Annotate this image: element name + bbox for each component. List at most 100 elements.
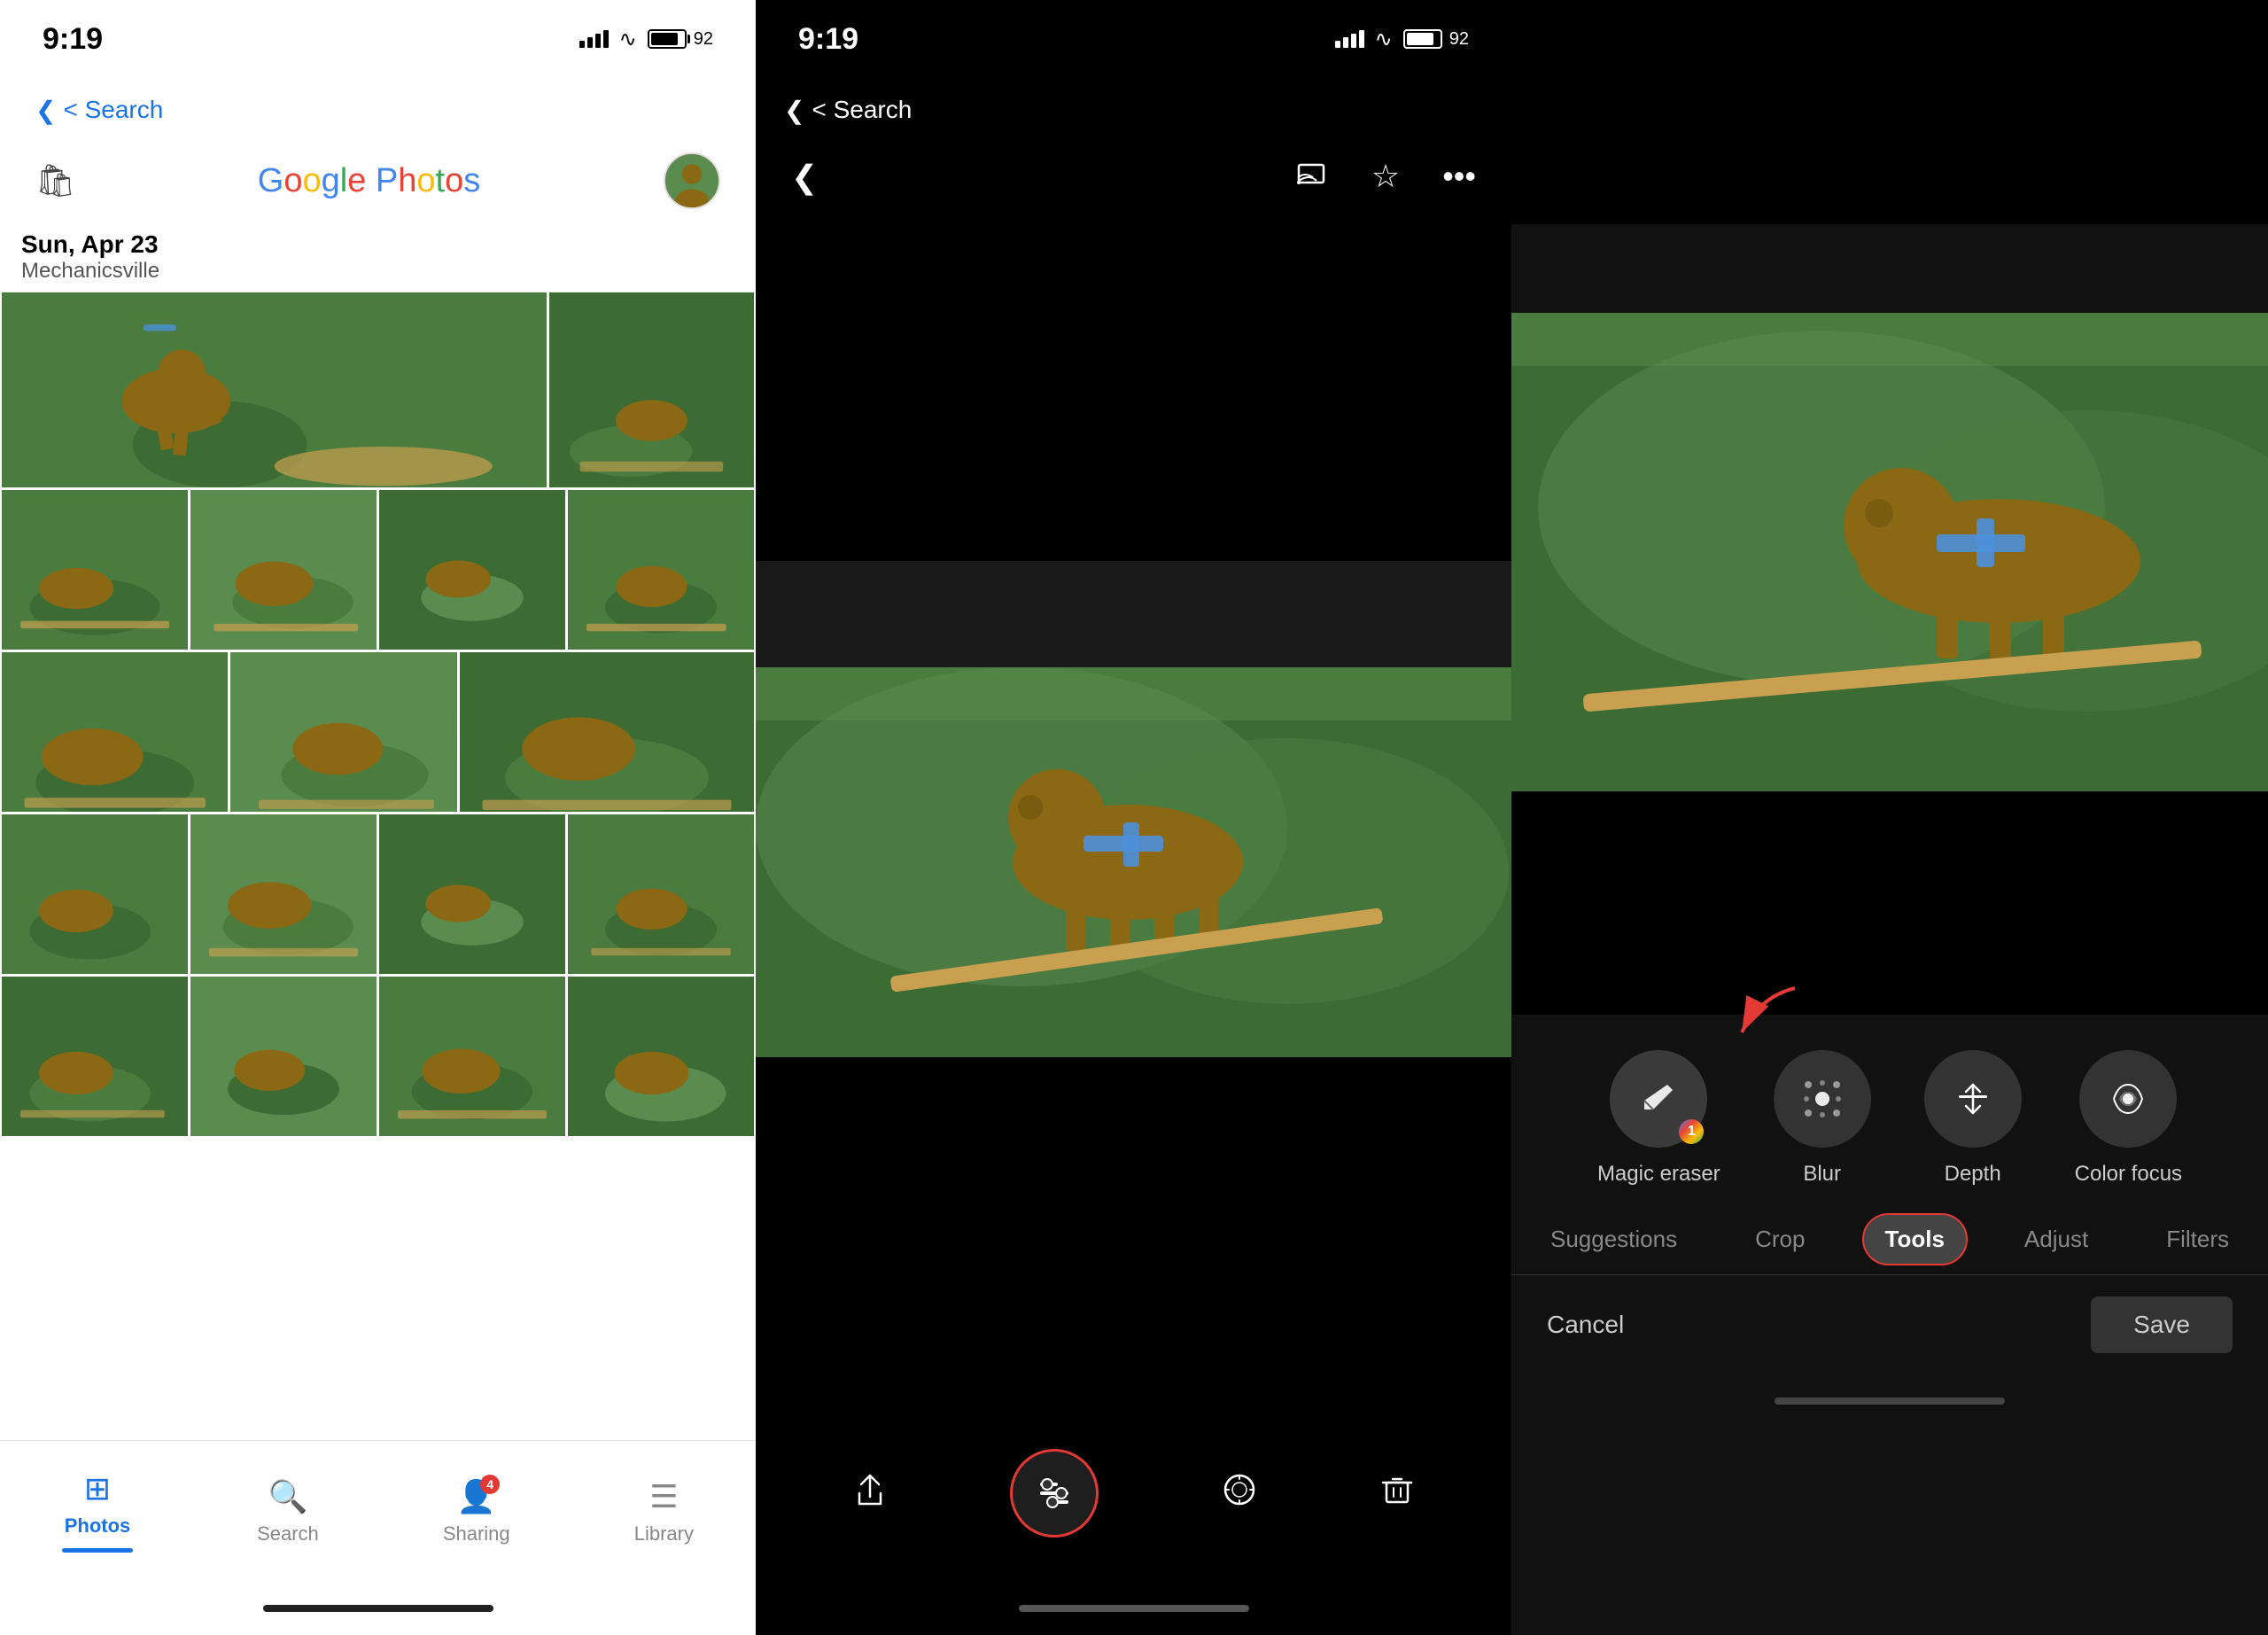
viewer-battery: 92 xyxy=(1403,29,1469,50)
tools-row: 1 Magic eraser xyxy=(1511,1015,2268,1204)
battery-indicator: 92 xyxy=(648,29,713,50)
viewer-home-indicator xyxy=(756,1582,1511,1635)
grid-row-5 xyxy=(2,977,754,1136)
tab-suggestions[interactable]: Suggestions xyxy=(1529,1215,1698,1264)
cancel-button[interactable]: Cancel xyxy=(1547,1311,1624,1339)
back-button[interactable]: ❮ xyxy=(791,159,818,196)
viewer-status-time: 9:19 xyxy=(798,22,858,57)
wifi-icon: ∿ xyxy=(619,27,637,52)
list-item[interactable] xyxy=(2,292,547,487)
nav-label-sharing: Sharing xyxy=(443,1522,510,1545)
magic-eraser-tool[interactable]: 1 Magic eraser xyxy=(1597,1050,1720,1187)
gallery-header: 🛍 Google Photos xyxy=(0,142,756,220)
more-options-icon[interactable]: ••• xyxy=(1442,158,1476,198)
photo-edit-area xyxy=(1511,0,2268,1015)
list-item[interactable] xyxy=(2,814,188,974)
list-item[interactable] xyxy=(2,652,228,812)
status-icons: ∿ 92 xyxy=(579,27,713,52)
status-bar-light: 9:19 ∿ 92 xyxy=(0,0,756,78)
viewer-wifi-icon: ∿ xyxy=(1375,27,1393,52)
tab-adjust[interactable]: Adjust xyxy=(2003,1215,2109,1264)
nav-item-search[interactable]: 🔍 Search xyxy=(257,1478,319,1545)
google-photos-logo: Google Photos xyxy=(89,162,649,200)
edit-tools-panel: 1 Magic eraser xyxy=(1511,1015,2268,1635)
location-text: Mechanicsville xyxy=(21,259,734,284)
panel-viewer: 9:19 ∿ 92 ❮ < Search ❮ xyxy=(756,0,1511,1635)
edit-action-row: Cancel Save xyxy=(1511,1275,2268,1374)
edit-button[interactable] xyxy=(1010,1449,1099,1538)
viewer-status-bar: 9:19 ∿ 92 xyxy=(756,0,1511,78)
edit-tab-row: Suggestions Crop Tools Adjust Filters xyxy=(1511,1204,2268,1275)
back-search-link[interactable]: ❮ < Search xyxy=(35,96,163,125)
viewer-battery-label: 92 xyxy=(1449,29,1469,50)
avatar-button[interactable] xyxy=(649,152,720,209)
list-item[interactable] xyxy=(379,977,565,1136)
battery-label: 92 xyxy=(694,29,713,50)
sharing-badge: 4 xyxy=(480,1475,500,1494)
depth-label: Depth xyxy=(1945,1162,2001,1187)
blur-tool[interactable]: Blur xyxy=(1774,1050,1871,1187)
magic-eraser-badge: 1 xyxy=(1679,1119,1704,1144)
back-arrow-icon: ❮ xyxy=(35,96,56,125)
viewer-back-icon: ❮ xyxy=(784,96,804,125)
home-indicator xyxy=(0,1582,756,1635)
panel-edit: 1 Magic eraser xyxy=(1511,0,2268,1635)
viewer-bottom-bar xyxy=(756,1405,1511,1582)
viewer-action-icons: ☆ ••• xyxy=(1297,158,1476,198)
edit-home-indicator xyxy=(1511,1374,2268,1428)
list-item[interactable] xyxy=(549,292,754,487)
star-icon[interactable]: ☆ xyxy=(1371,158,1400,198)
nav-item-sharing[interactable]: 👤 4 Sharing xyxy=(443,1478,510,1545)
date-section: Sun, Apr 23 Mechanicsville xyxy=(0,220,756,291)
nav-item-photos[interactable]: ⊞ Photos xyxy=(62,1470,133,1553)
list-item[interactable] xyxy=(568,490,754,650)
status-time: 9:19 xyxy=(43,22,103,57)
search-nav-icon: 🔍 xyxy=(268,1478,308,1515)
tab-tools[interactable]: Tools xyxy=(1862,1213,1968,1265)
list-item[interactable] xyxy=(190,814,377,974)
list-item[interactable] xyxy=(2,977,188,1136)
list-item[interactable] xyxy=(190,977,377,1136)
photos-icon: ⊞ xyxy=(84,1470,111,1507)
list-item[interactable] xyxy=(190,490,377,650)
nav-label-search: Search xyxy=(257,1522,319,1545)
cart-icon: 🛍 xyxy=(35,162,76,199)
grid-row-1 xyxy=(2,292,754,487)
viewer-toolbar: ❮ ☆ ••• xyxy=(756,142,1511,213)
nav-label-library: Library xyxy=(634,1522,694,1545)
grid-row-2 xyxy=(2,490,754,650)
delete-icon[interactable] xyxy=(1379,1472,1415,1515)
color-focus-tool[interactable]: Color focus xyxy=(2075,1050,2182,1187)
list-item[interactable] xyxy=(460,652,754,812)
viewer-back-nav[interactable]: ❮ < Search xyxy=(756,78,1511,142)
cast-icon[interactable] xyxy=(1297,158,1329,198)
depth-tool[interactable]: Depth xyxy=(1924,1050,2022,1187)
panel-gallery: 9:19 ∿ 92 ❮ < Search 🛍 G xyxy=(0,0,756,1635)
nav-item-library[interactable]: ☰ Library xyxy=(634,1478,694,1545)
lens-icon[interactable] xyxy=(1222,1472,1257,1515)
list-item[interactable] xyxy=(568,814,754,974)
list-item[interactable] xyxy=(379,490,565,650)
gallery-back-nav[interactable]: ❮ < Search xyxy=(0,78,756,142)
nav-label-photos: Photos xyxy=(65,1514,131,1538)
list-item[interactable] xyxy=(568,977,754,1136)
photo-grid xyxy=(0,291,756,1440)
magic-eraser-label: Magic eraser xyxy=(1597,1162,1720,1187)
list-item[interactable] xyxy=(379,814,565,974)
user-avatar xyxy=(664,152,720,209)
main-photo-area[interactable] xyxy=(756,213,1511,1405)
share-icon[interactable] xyxy=(852,1472,888,1515)
signal-bars-icon xyxy=(579,30,609,48)
blur-label: Blur xyxy=(1803,1162,1841,1187)
tab-filters[interactable]: Filters xyxy=(2145,1215,2250,1264)
viewer-back-label: < Search xyxy=(812,96,912,124)
viewer-status-icons: ∿ 92 xyxy=(1335,27,1469,52)
cart-button[interactable]: 🛍 xyxy=(35,162,89,199)
library-icon: ☰ xyxy=(649,1478,678,1515)
list-item[interactable] xyxy=(2,490,188,650)
back-search-label: < Search xyxy=(63,96,163,124)
tab-crop[interactable]: Crop xyxy=(1734,1215,1826,1264)
viewer-signal-icon xyxy=(1335,30,1364,48)
save-button[interactable]: Save xyxy=(2091,1296,2233,1353)
list-item[interactable] xyxy=(230,652,456,812)
